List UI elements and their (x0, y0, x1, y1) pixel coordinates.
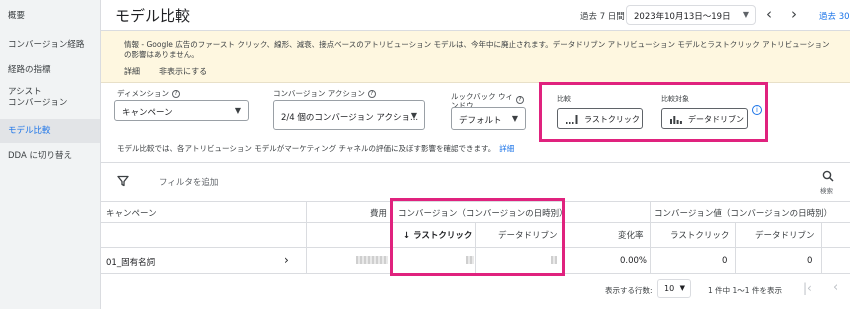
redacted-cost (356, 256, 388, 264)
info-banner: 情報 - Google 広告のファースト クリック、線形、減衰、接点ベースのアト… (101, 31, 850, 83)
divider (101, 162, 850, 163)
sidebar: 概要 コンバージョン経路 経路の指標 アシスト コンバージョン モデル比較 DD… (0, 0, 101, 309)
table-cell-value-data-driven: 0 (807, 256, 813, 266)
conversion-action-label-text: コンバージョン アクション (273, 89, 365, 98)
chevron-down-icon: ▼ (742, 10, 749, 19)
conversion-action-select[interactable]: 2/4 個のコンバージョン アクショ... ▼ (273, 100, 425, 130)
chevron-left-icon[interactable]: ‹ (833, 280, 838, 295)
dimension-select[interactable]: キャンペーン ▼ (114, 100, 249, 121)
banner-hide-button[interactable]: 非表示にする (159, 66, 207, 77)
help-icon[interactable]: ? (367, 90, 376, 98)
compare-model-value: ラストクリック (584, 115, 640, 124)
chevron-right-icon[interactable]: › (284, 253, 289, 267)
chevron-left-icon[interactable]: ‹ (766, 5, 772, 23)
banner-text: 情報 - Google 広告のファースト クリック、線形、減衰、接点ベースのアト… (124, 40, 830, 59)
dimension-value: キャンペーン (122, 108, 173, 118)
caret-down-icon: ▼ (234, 106, 241, 115)
sidebar-item-path-metrics[interactable]: 経路の指標 (0, 65, 100, 76)
help-icon[interactable]: ? (516, 96, 524, 104)
description-text: モデル比較では、各アトリビューション モデルがマーケティング チャネルの評価に及… (117, 144, 496, 153)
pagination-range: 1 件中 1～1 件を表示 (708, 286, 782, 295)
chevron-right-icon[interactable]: › (791, 5, 797, 23)
column-header-value-data-driven[interactable]: データドリブン (755, 229, 815, 241)
description: モデル比較では、各アトリビューション モデルがマーケティング チャネルの評価に及… (117, 143, 514, 154)
filter-icon[interactable] (117, 175, 129, 187)
lookback-label: ルックバック ウィ ンドウ (451, 83, 513, 110)
date-range-value: 2023年10月13日～19日 (634, 12, 731, 22)
period-label: 過去 7 日間 (580, 12, 625, 22)
compare-highlight: 比較 ラストクリック 比較対象 データドリブン (539, 82, 768, 142)
lookback-value: デフォルト (459, 116, 502, 126)
column-divider (306, 201, 307, 273)
caret-down-icon: ▼ (679, 284, 685, 292)
sidebar-item-overview[interactable]: 概要 (0, 11, 100, 22)
compare-model-chip[interactable]: ラストクリック (557, 108, 643, 129)
rows-per-page-label: 表示する行数: (605, 286, 653, 295)
date-range-select[interactable]: 2023年10月13日～19日 ▼ (626, 5, 756, 25)
caret-down-icon: ▼ (410, 111, 417, 120)
conversion-action-value: 2/4 個のコンバージョン アクショ... (281, 113, 419, 123)
page-title: モデル比較 (115, 7, 191, 25)
target-model-chip[interactable]: データドリブン (661, 108, 748, 129)
column-header-value-last-click[interactable]: ラストクリック (670, 229, 729, 241)
first-page-icon[interactable]: |‹ (803, 281, 812, 295)
column-header-conversion-value: コンバージョン値（コンバージョンの日時別） (654, 209, 833, 219)
lookback-select[interactable]: デフォルト ▼ (451, 107, 526, 130)
description-link[interactable]: 詳細 (499, 144, 514, 153)
table-cell-campaign[interactable]: 01_固有名詞 (106, 256, 155, 268)
target-model-value: データドリブン (688, 115, 744, 124)
rows-per-page-select[interactable]: 10 ▼ (657, 279, 691, 298)
table-cell-change: 0.00% (620, 256, 648, 266)
banner-details-button[interactable]: 詳細 (124, 66, 140, 77)
bar-chart-icon (670, 116, 682, 124)
rows-per-page-value: 10 (664, 284, 675, 293)
sidebar-item-assisted-conversions[interactable]: アシスト コンバージョン (0, 87, 100, 109)
search-icon[interactable] (822, 170, 834, 182)
sidebar-item-switch-dda[interactable]: DDA に切り替え (0, 151, 100, 162)
sidebar-item-conversion-paths[interactable]: コンバージョン経路 (0, 40, 100, 51)
dimension-label: ディメンション? (117, 89, 180, 98)
target-label: 比較対象 (661, 95, 689, 103)
conversion-action-label: コンバージョン アクション? (273, 89, 376, 98)
conversion-columns-highlight (390, 198, 565, 276)
period-link[interactable]: 過去 30 (819, 10, 850, 22)
sidebar-item-model-comparison[interactable]: モデル比較 (0, 119, 100, 143)
dimension-label-text: ディメンション (117, 89, 169, 98)
search-label: 検索 (820, 187, 833, 195)
column-divider (650, 201, 651, 273)
column-divider (821, 222, 822, 273)
compare-label: 比較 (557, 95, 571, 103)
column-divider (735, 222, 736, 273)
page-header: モデル比較 過去 7 日間 2023年10月13日～19日 ▼ ‹ › 過去 3… (101, 0, 850, 31)
column-header-campaign[interactable]: キャンペーン (106, 207, 157, 219)
table-cell-value-last-click: 0 (722, 256, 728, 266)
add-filter-button[interactable]: フィルタを追加 (159, 176, 218, 188)
help-icon[interactable]: ? (171, 90, 180, 98)
info-icon[interactable]: i (752, 105, 762, 115)
column-header-cost[interactable]: 費用 (370, 207, 387, 219)
caret-down-icon: ▼ (511, 114, 518, 123)
bar-chart-icon (566, 115, 578, 124)
column-header-change[interactable]: 変化率 (618, 229, 644, 241)
